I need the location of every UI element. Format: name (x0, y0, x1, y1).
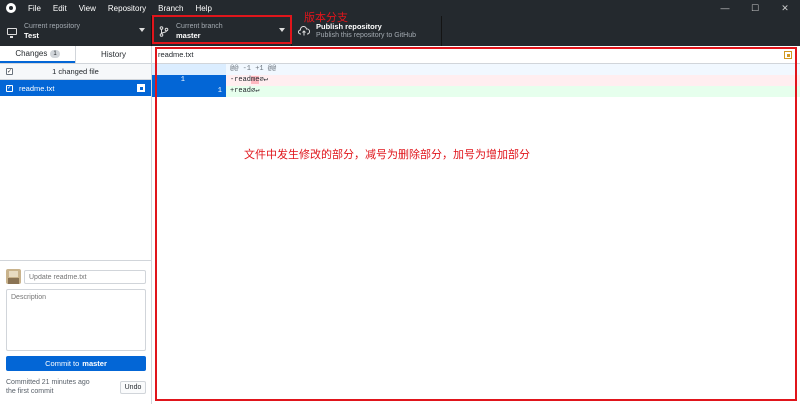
added-text: +read (230, 87, 252, 95)
deleted-text: -read (230, 76, 252, 84)
hunk-text: @@ -1 +1 @@ (230, 65, 277, 73)
diff-lines: @@ -1 +1 @@ 1 -readme∅↵ 1 +read∅↵ (152, 64, 800, 97)
sidebar-tabs: Changes 1 History (0, 46, 151, 64)
list-item[interactable]: ✓ readme.txt (0, 80, 151, 96)
maximize-icon[interactable]: ☐ (740, 0, 770, 16)
toolbar: Current repository Test Current branch m… (0, 16, 800, 46)
diff-file-name: readme.txt (158, 50, 194, 59)
annotation-diff-text: 文件中发生修改的部分，减号为删除部分，加号为增加部分 (244, 148, 530, 161)
repository-name: Test (24, 31, 39, 40)
window-controls: — ☐ ✕ (710, 0, 800, 16)
current-repository-button[interactable]: Current repository Test (0, 16, 152, 46)
avatar (6, 269, 21, 284)
diff-panel: readme.txt @@ -1 +1 @@ 1 -readme∅↵ 1 +re… (152, 46, 800, 404)
file-name: readme.txt (19, 83, 55, 93)
github-logo-icon (6, 3, 16, 13)
minimize-icon[interactable]: — (710, 0, 740, 16)
new-line-number: 1 (189, 86, 226, 97)
commit-button-prefix: Commit to (45, 359, 80, 368)
title-bar: File Edit View Repository Branch Help — … (0, 0, 800, 16)
publish-sublabel: Publish this repository to GitHub (316, 32, 416, 39)
last-commit-time: Committed 21 minutes ago (6, 379, 90, 386)
chevron-down-icon (139, 28, 145, 32)
monitor-icon (6, 25, 18, 38)
commit-button-branch: master (82, 359, 107, 368)
tab-changes[interactable]: Changes 1 (0, 46, 75, 63)
file-modified-icon (784, 51, 792, 59)
menu-bar: File Edit View Repository Branch Help (28, 4, 224, 13)
changes-count-badge: 1 (50, 49, 60, 58)
diff-line-added[interactable]: 1 +read∅↵ (152, 86, 800, 97)
last-commit-info: Committed 21 minutes ago the first commi… (6, 378, 116, 396)
annotation-branch-text: 版本分支 (304, 11, 348, 24)
annotation-branch-box (152, 15, 292, 44)
menu-view[interactable]: View (79, 4, 96, 13)
commit-description-input[interactable] (6, 289, 146, 351)
commit-summary-input[interactable] (24, 270, 146, 284)
menu-edit[interactable]: Edit (53, 4, 67, 13)
diff-hunk-header: @@ -1 +1 @@ (152, 64, 800, 75)
sidebar: Changes 1 History ✓ 1 changed file ✓ rea… (0, 46, 152, 404)
menu-branch[interactable]: Branch (158, 4, 183, 13)
diff-file-header: readme.txt (152, 46, 800, 64)
file-checkbox[interactable]: ✓ (6, 84, 13, 92)
menu-repository[interactable]: Repository (108, 4, 146, 13)
undo-button[interactable]: Undo (120, 381, 146, 394)
file-modified-icon (137, 84, 145, 92)
old-line-number: 1 (152, 75, 189, 86)
changed-files-header: ✓ 1 changed file (0, 64, 151, 80)
tab-history-label: History (101, 50, 126, 59)
commit-panel: Commit to master Committed 21 minutes ag… (0, 260, 151, 404)
menu-file[interactable]: File (28, 4, 41, 13)
close-icon[interactable]: ✕ (770, 0, 800, 16)
last-commit-message: the first commit (6, 388, 54, 395)
added-eol: ∅↵ (251, 87, 260, 95)
changed-files-count: 1 changed file (52, 67, 99, 76)
cloud-upload-icon (298, 25, 310, 37)
deleted-eol: ∅↵ (259, 76, 268, 84)
menu-help[interactable]: Help (196, 4, 212, 13)
repository-sublabel: Current repository (24, 23, 81, 30)
tab-history[interactable]: History (75, 46, 151, 63)
commit-button[interactable]: Commit to master (6, 356, 146, 371)
tab-changes-label: Changes (15, 49, 48, 58)
diff-line-deleted[interactable]: 1 -readme∅↵ (152, 75, 800, 86)
